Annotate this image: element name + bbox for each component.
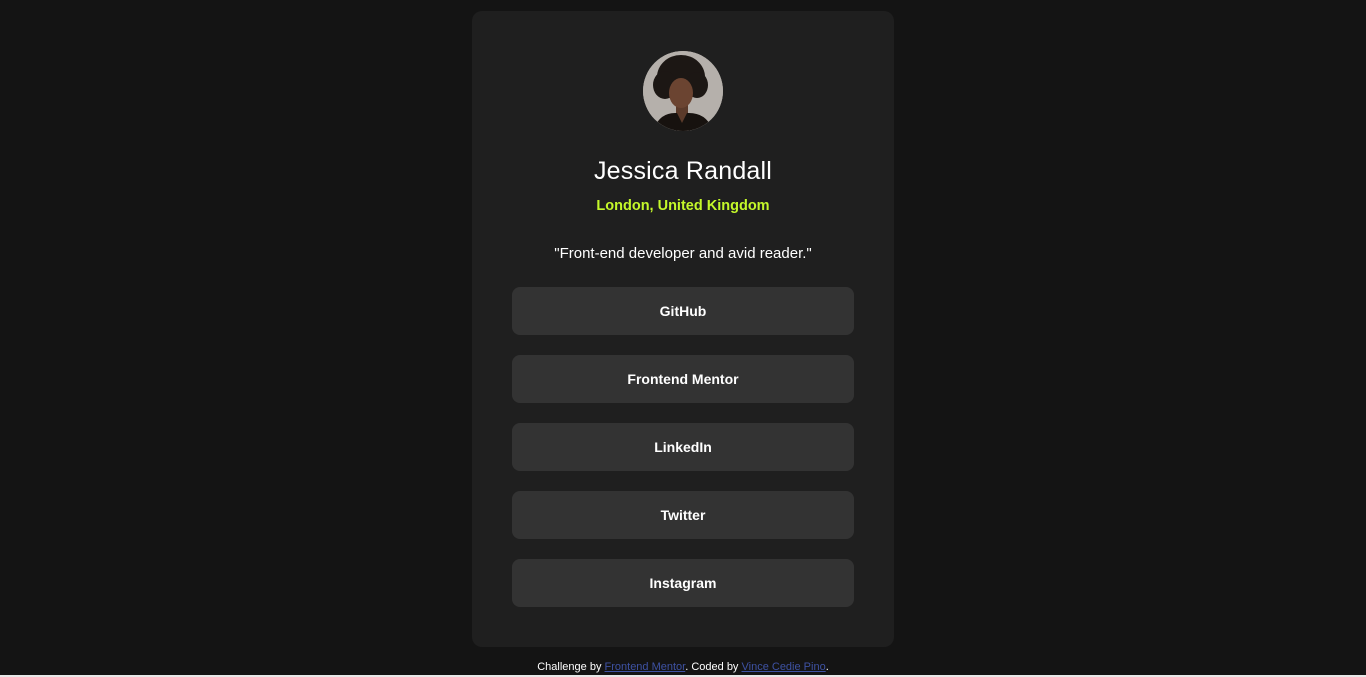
attribution-footer: Challenge by Frontend Mentor. Coded by V… [0, 661, 1366, 673]
profile-bio: "Front-end developer and avid reader." [554, 245, 812, 262]
author-footer-link[interactable]: Vince Cedie Pino [742, 661, 826, 673]
github-link-button[interactable]: GitHub [512, 287, 854, 335]
instagram-link-button[interactable]: Instagram [512, 559, 854, 607]
profile-photo [643, 51, 723, 131]
frontend-mentor-footer-link[interactable]: Frontend Mentor [605, 661, 686, 673]
frontend-mentor-link-button[interactable]: Frontend Mentor [512, 355, 854, 403]
avatar [643, 51, 723, 131]
footer-middle: . Coded by [685, 661, 742, 673]
linkedin-link-button[interactable]: LinkedIn [512, 423, 854, 471]
profile-location: London, United Kingdom [596, 198, 770, 214]
footer-suffix: . [825, 661, 829, 673]
twitter-link-button[interactable]: Twitter [512, 491, 854, 539]
social-links: GitHub Frontend Mentor LinkedIn Twitter … [512, 287, 854, 627]
profile-name: Jessica Randall [593, 157, 773, 185]
profile-card: Jessica Randall London, United Kingdom "… [472, 11, 894, 647]
footer-prefix: Challenge by [537, 661, 605, 673]
